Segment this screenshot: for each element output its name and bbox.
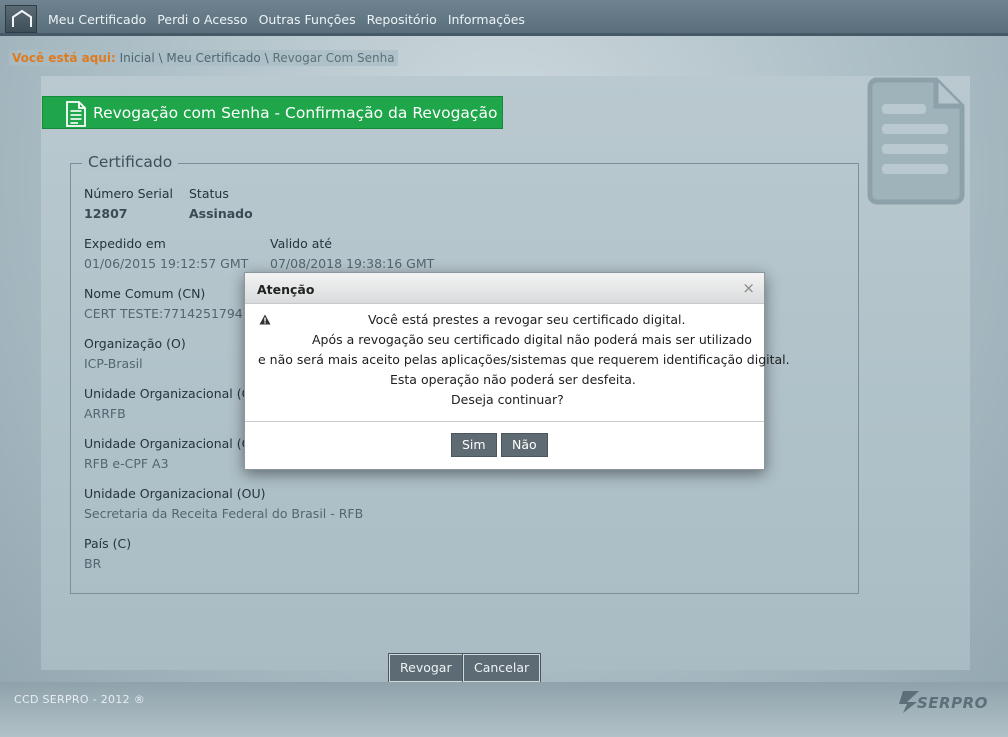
org-unit-value: ARRFB [84,406,126,421]
nav-item-meu-certificado[interactable]: Meu Certificado [48,12,146,27]
page-title-bar: Revogação com Senha - Confirmação da Rev… [42,96,503,129]
breadcrumb-home-link[interactable]: Inicial [120,51,155,65]
close-icon[interactable]: × [742,279,755,297]
dialog-message-line: Você está prestes a revogar seu certific… [368,312,686,327]
top-nav: Meu Certificado Perdi o Acesso Outras Fu… [0,0,1008,36]
nav-menu: Meu Certificado Perdi o Acesso Outras Fu… [48,12,536,27]
cancel-button[interactable]: Cancelar [461,653,542,683]
dialog-divider [245,421,764,422]
revoke-button[interactable]: Revogar [388,653,464,683]
status-label: Status [189,186,229,201]
breadcrumb-separator: \ [264,51,269,65]
organization-label: Organização (O) [84,336,186,351]
nav-item-perdi-o-acesso[interactable]: Perdi o Acesso [157,12,247,27]
footer: CCD SERPRO - 2012 ® SERPRO [0,682,1008,737]
certificate-legend: Certificado [82,153,179,171]
dialog-message-line: Após a revogação seu certificado digital… [312,332,752,347]
page-title: Revogação com Senha - Confirmação da Rev… [93,104,498,122]
dialog-title: Atenção [257,282,315,297]
dialog-message-line: Deseja continuar? [451,392,564,407]
no-button[interactable]: Não [501,433,548,457]
serial-value: 12807 [84,206,128,221]
document-watermark-icon [867,77,965,205]
country-label: País (C) [84,536,132,551]
serpro-logo: SERPRO [897,687,987,715]
home-icon [12,9,32,27]
yes-button[interactable]: Sim [451,433,497,457]
common-name-label: Nome Comum (CN) [84,286,206,301]
dialog-message-line: Esta operação não poderá ser desfeita. [390,372,636,387]
home-button[interactable] [5,5,37,33]
org-unit-value: Secretaria da Receita Federal do Brasil … [84,506,364,521]
status-value: Assinado [189,206,253,221]
breadcrumb-current: Revogar Com Senha [272,51,395,65]
org-unit-label: Unidade Organizacional (OU [84,386,261,401]
dialog-header: Atenção × [245,273,764,304]
dialog-message-line: e não será mais aceito pelas aplicações/… [258,352,790,367]
document-icon [66,101,86,127]
org-unit-value: RFB e-CPF A3 [84,456,169,471]
valid-until-label: Valido até [270,236,332,251]
common-name-value: CERT TESTE:7714251794 [84,306,243,321]
organization-value: ICP-Brasil [84,356,143,371]
nav-item-informacoes[interactable]: Informações [448,12,525,27]
breadcrumb-section-link[interactable]: Meu Certificado [166,51,260,65]
valid-until-value: 07/08/2018 19:38:16 GMT [270,256,435,271]
nav-item-repositorio[interactable]: Repositório [367,12,437,27]
serpro-logo-text: SERPRO [917,694,988,712]
issued-value: 01/06/2015 19:12:57 GMT [84,256,249,271]
serial-label: Número Serial [84,186,173,201]
warning-icon [259,314,271,325]
breadcrumb-separator: \ [158,51,163,65]
confirm-dialog: Atenção × Você está prestes a revogar se… [244,272,790,470]
org-unit-label: Unidade Organizacional (OU [84,436,261,451]
breadcrumb: Você está aqui: Inicial \ Meu Certificad… [9,50,398,66]
footer-copyright: CCD SERPRO - 2012 ® [14,693,145,706]
issued-label: Expedido em [84,236,166,251]
nav-item-outras-funcoes[interactable]: Outras Funções [259,12,356,27]
country-value: BR [84,556,102,571]
org-unit-label: Unidade Organizacional (OU) [84,486,266,501]
breadcrumb-label: Você está aqui: [12,51,116,65]
